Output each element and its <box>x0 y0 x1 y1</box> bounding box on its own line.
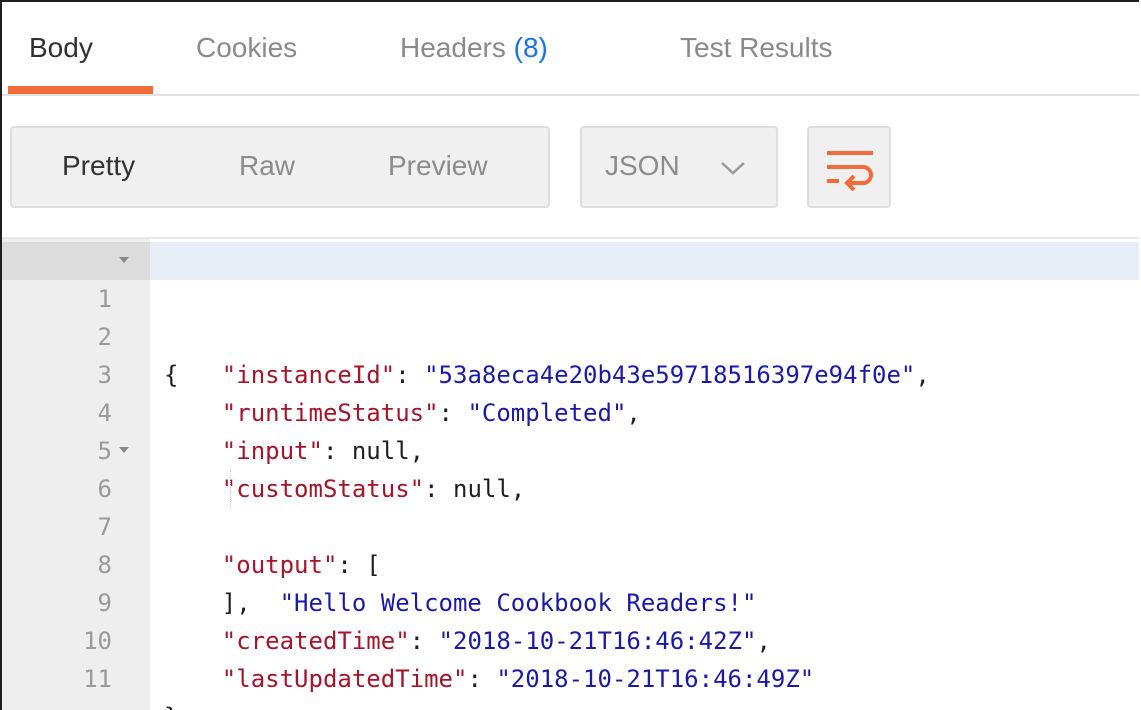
code-line: 10 "lastUpdatedTime": "2018-10-21T16:46:… <box>2 584 1139 693</box>
wrap-lines-button[interactable] <box>807 126 891 208</box>
code-line: 1 { <box>2 242 1139 389</box>
view-mode-segmented-control: Pretty Raw Preview <box>10 126 550 208</box>
tab-cookies[interactable]: Cookies <box>196 32 297 64</box>
json-key: "lastUpdatedTime" <box>221 665 468 693</box>
response-panel: Body Cookies Headers (8) Test Results Pr… <box>0 0 1139 710</box>
tab-cookies-label: Cookies <box>196 32 298 63</box>
preview-button[interactable]: Preview <box>388 150 488 182</box>
tab-headers-label: Headers <box>400 32 506 63</box>
json-value: "2018-10-21T16:46:49Z" <box>496 665 815 693</box>
format-dropdown-value: JSON <box>605 150 680 181</box>
json-editor[interactable]: 1 { 2 "instanceId": "53a8eca4e20b43e5971… <box>2 242 1139 710</box>
tab-test-results[interactable]: Test Results <box>680 32 833 64</box>
active-tab-indicator <box>8 86 153 94</box>
code-text: "lastUpdatedTime": "2018-10-21T16:46:49Z… <box>164 660 814 698</box>
code-line: 6 "output": [ <box>2 432 1139 579</box>
format-dropdown[interactable]: JSON <box>580 126 778 208</box>
code-line: 7 "Hello Welcome Cookbook Readers!" <box>2 470 1139 617</box>
line-number: 11 <box>83 665 112 693</box>
raw-button[interactable]: Raw <box>239 150 295 182</box>
code-text: } <box>164 698 178 710</box>
code-line: 11 } <box>2 622 1139 710</box>
tab-body-label: Body <box>29 32 93 63</box>
editor-top-border <box>2 237 1139 239</box>
tab-test-results-label: Test Results <box>680 32 833 63</box>
json-separator: : <box>467 665 497 693</box>
tab-body[interactable]: Body <box>29 32 93 64</box>
fold-arrow-icon[interactable] <box>119 447 129 453</box>
code-line: 3 "runtimeStatus": "Completed", <box>2 318 1139 427</box>
code-line: 4 "input": null, <box>2 356 1139 465</box>
indent-guide <box>230 470 231 508</box>
wrap-lines-icon <box>827 151 873 191</box>
code-line: 8 ], <box>2 508 1139 617</box>
chevron-down-icon <box>721 162 745 175</box>
code-line: 2 "instanceId": "53a8eca4e20b43e59718516… <box>2 280 1139 389</box>
headers-count-badge: (8) <box>513 32 548 63</box>
code-line: 5 "customStatus": null, <box>2 394 1139 503</box>
code-line: 9 "createdTime": "2018-10-21T16:46:42Z", <box>2 546 1139 655</box>
pretty-button[interactable]: Pretty <box>62 150 135 182</box>
tab-headers[interactable]: Headers (8) <box>400 32 548 64</box>
response-tabs: Body Cookies Headers (8) Test Results <box>2 2 1139 96</box>
tabs-divider <box>2 94 1139 96</box>
fold-arrow-icon[interactable] <box>119 257 129 263</box>
